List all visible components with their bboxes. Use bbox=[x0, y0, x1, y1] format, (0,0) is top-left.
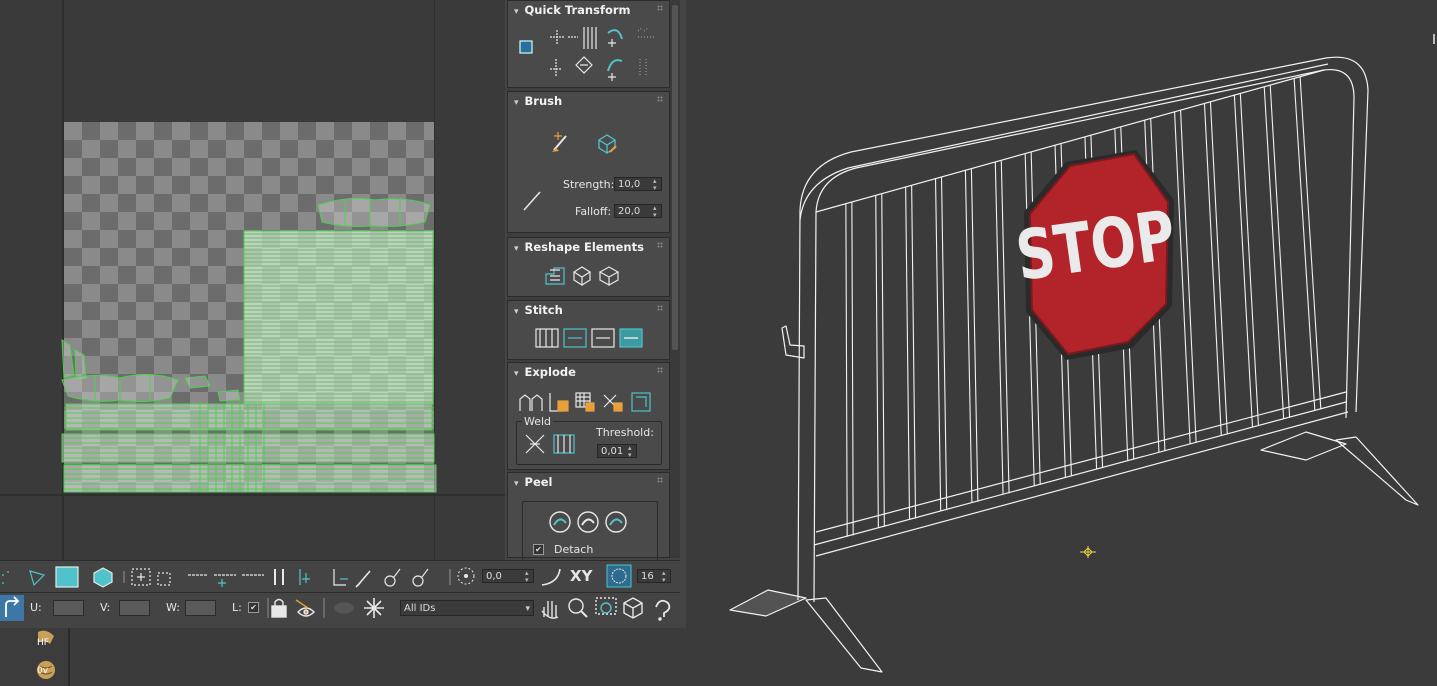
rollout-title[interactable]: Peel bbox=[514, 475, 553, 489]
viewport-badge-icons[interactable] bbox=[34, 628, 58, 686]
falloff-curve-icon[interactable] bbox=[540, 565, 564, 587]
fence-bar bbox=[994, 161, 1004, 495]
soft-selection-falloff-spinner[interactable]: 0,0 bbox=[482, 569, 534, 584]
selection-mode-icons[interactable] bbox=[0, 565, 460, 589]
grip-icon[interactable] bbox=[657, 96, 663, 102]
lock-uv-checkbox[interactable]: ✔ bbox=[248, 602, 259, 613]
rollout-stitch: Stitch bbox=[507, 300, 670, 360]
grid-snap-icon[interactable] bbox=[606, 564, 632, 588]
rollout-brush: Brush Strength: 10,0 Falloff: 20,0 bbox=[507, 91, 670, 233]
pivot-gizmo-icon bbox=[1080, 546, 1096, 558]
l-label: L: bbox=[232, 601, 242, 614]
soft-selection-icon[interactable] bbox=[455, 565, 477, 587]
fence-bar bbox=[1293, 78, 1316, 411]
fence-bar bbox=[911, 185, 917, 519]
falloff-spinner[interactable]: 20,0 bbox=[614, 204, 662, 219]
rollout-title[interactable]: Explode bbox=[514, 365, 576, 379]
falloff-label: Falloff: bbox=[575, 205, 612, 218]
weld-tools[interactable] bbox=[522, 431, 582, 457]
threshold-label: Threshold: bbox=[596, 426, 654, 439]
relax-brush-icon[interactable] bbox=[594, 130, 620, 154]
transform-mode-icon[interactable] bbox=[0, 595, 24, 621]
paint-brush-icon[interactable] bbox=[548, 130, 574, 154]
fence-bar bbox=[1000, 160, 1010, 494]
u-label: U: bbox=[30, 601, 42, 614]
fence-bar bbox=[940, 177, 948, 511]
rollout-title[interactable]: Stitch bbox=[514, 303, 563, 317]
transform-toolbar: U: V: W: L: ✔ All IDs bbox=[0, 592, 680, 623]
uv-tools-panel: Quick Transform Brush bbox=[507, 0, 670, 561]
v-coordinate-input[interactable] bbox=[119, 600, 150, 616]
ov-label: 0v bbox=[37, 666, 49, 676]
fence-bar bbox=[1263, 86, 1285, 419]
fence-bar bbox=[845, 203, 848, 537]
uv-edit-viewport[interactable] bbox=[0, 0, 505, 560]
grip-icon[interactable] bbox=[657, 305, 663, 311]
grip-icon[interactable] bbox=[657, 477, 663, 483]
detach-label: Detach bbox=[554, 543, 594, 556]
uv-display-icons[interactable] bbox=[266, 596, 396, 620]
uv-islands[interactable] bbox=[0, 0, 505, 560]
grid-size-spinner[interactable]: 16 bbox=[637, 569, 671, 584]
fence-bar bbox=[1269, 85, 1291, 418]
w-coordinate-input[interactable] bbox=[185, 600, 216, 616]
fence-bar bbox=[875, 195, 879, 529]
threshold-spinner[interactable]: 0,01 bbox=[597, 444, 637, 459]
fence-bar bbox=[934, 178, 942, 512]
quick-transform-tools[interactable] bbox=[516, 23, 666, 83]
panel-scrollbar-thumb[interactable] bbox=[672, 5, 678, 350]
fence-bar bbox=[964, 170, 973, 503]
fence-bar bbox=[1299, 77, 1322, 410]
grip-icon[interactable] bbox=[657, 367, 663, 373]
strength-spinner[interactable]: 10,0 bbox=[614, 177, 662, 192]
rollout-title[interactable]: Reshape Elements bbox=[514, 240, 644, 254]
material-id-dropdown[interactable]: All IDs bbox=[400, 600, 534, 617]
fence-wireframe: STOP bbox=[729, 34, 1435, 673]
viewport-label-strip: HF 0v bbox=[0, 628, 70, 686]
hf-label: HF bbox=[37, 638, 49, 648]
explode-tools[interactable] bbox=[518, 389, 664, 415]
rollout-explode: Explode Weld Threshold: 0,0 bbox=[507, 362, 670, 470]
selection-toolbar: 0,0 XY 16 bbox=[0, 560, 680, 591]
detach-checkbox[interactable]: ✔ bbox=[533, 544, 544, 555]
v-label: V: bbox=[100, 601, 111, 614]
fence-bar bbox=[851, 202, 854, 536]
fence-bar bbox=[881, 194, 885, 527]
fence-bar bbox=[970, 169, 979, 502]
uv-editor-window: Quick Transform Brush bbox=[0, 0, 687, 628]
stitch-tools[interactable] bbox=[534, 325, 646, 351]
xy-label[interactable]: XY bbox=[570, 567, 592, 585]
w-label: W: bbox=[166, 601, 180, 614]
reshape-tools[interactable] bbox=[542, 262, 632, 288]
strength-label: Strength: bbox=[563, 178, 615, 191]
align-icon bbox=[519, 40, 533, 54]
rollout-title[interactable]: Quick Transform bbox=[514, 3, 631, 17]
fence-bar bbox=[905, 186, 911, 520]
fence-bar bbox=[1180, 110, 1197, 443]
fence-bar bbox=[1174, 111, 1191, 445]
perspective-viewport[interactable]: STOP bbox=[686, 0, 1437, 686]
rollout-quick-transform: Quick Transform bbox=[507, 0, 670, 88]
navigation-icons[interactable] bbox=[538, 595, 680, 621]
weld-label: Weld bbox=[522, 415, 554, 428]
grip-icon[interactable] bbox=[657, 5, 663, 11]
grip-icon[interactable] bbox=[657, 242, 663, 248]
rollout-title[interactable]: Brush bbox=[514, 94, 563, 108]
brush-falloff-icon[interactable] bbox=[520, 188, 546, 214]
peel-tools[interactable] bbox=[548, 509, 632, 535]
rollout-reshape-elements: Reshape Elements bbox=[507, 237, 670, 297]
rollout-peel: Peel ✔ Detach bbox=[507, 472, 670, 561]
u-coordinate-input[interactable] bbox=[53, 600, 84, 616]
